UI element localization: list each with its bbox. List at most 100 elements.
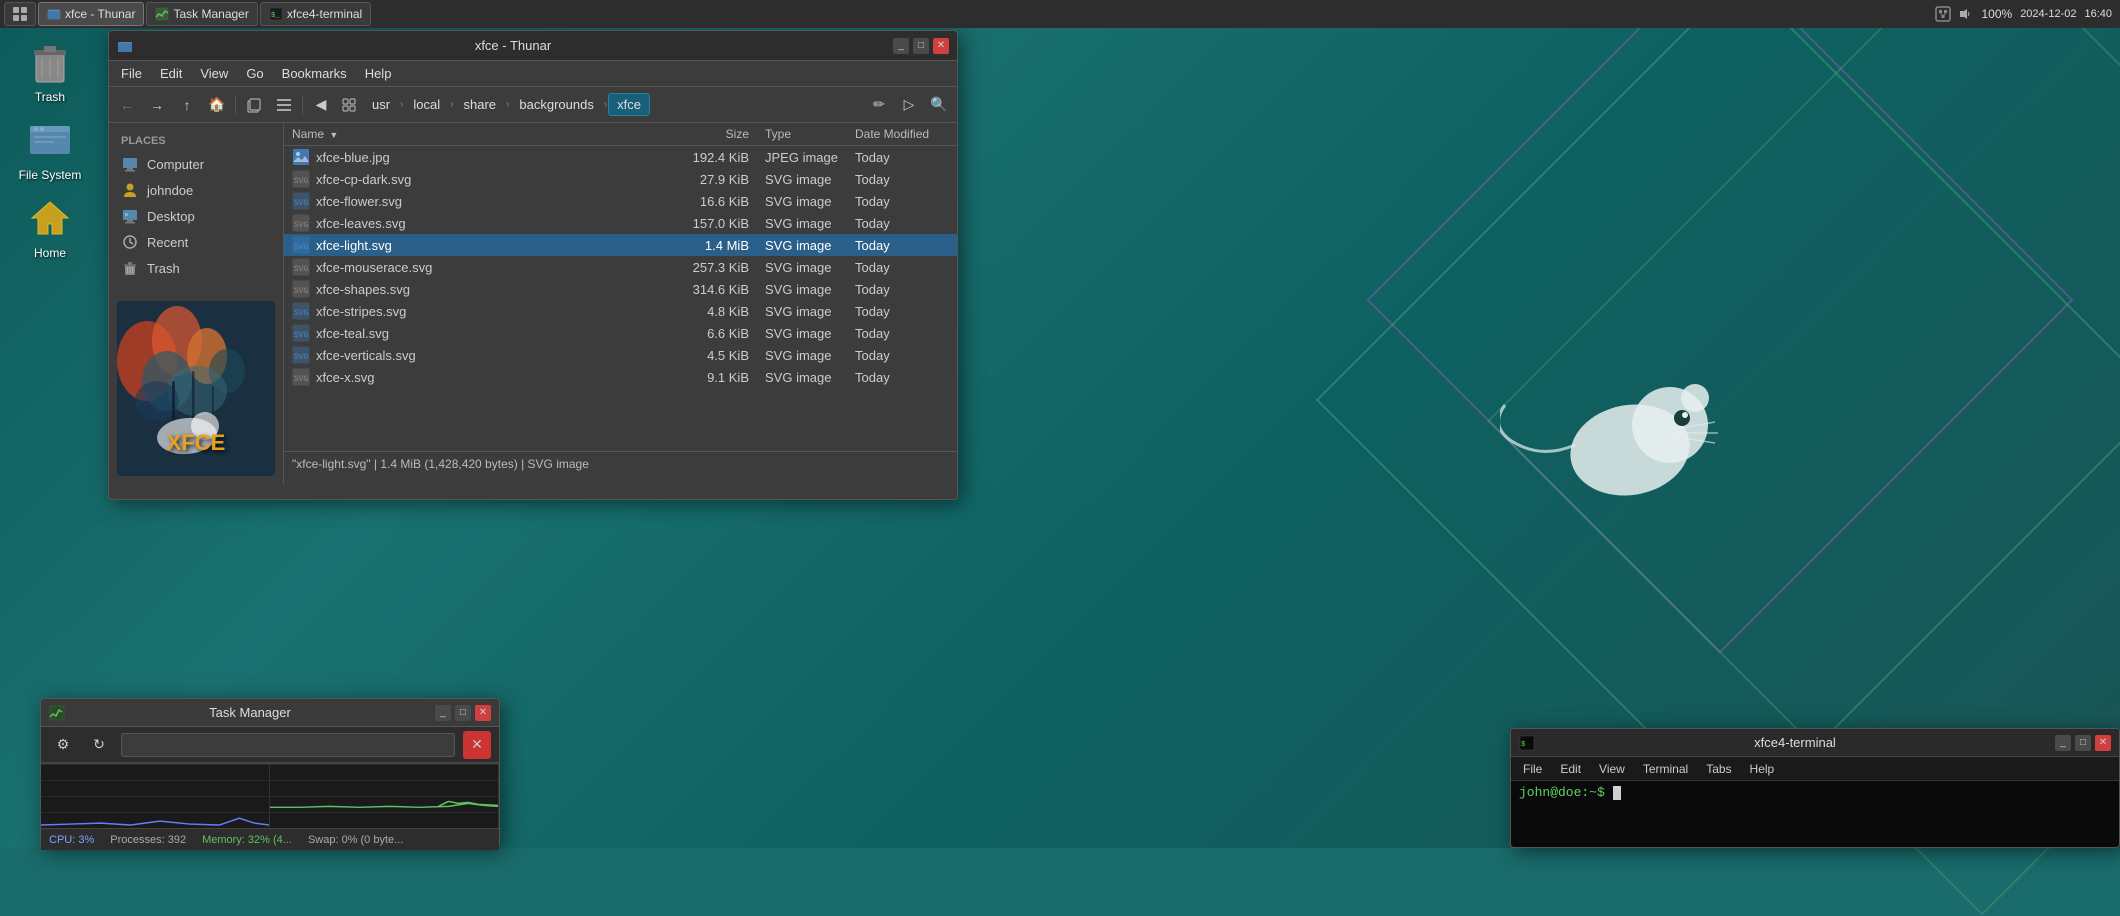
menu-go[interactable]: Go	[238, 64, 271, 83]
file-row[interactable]: SVG xfce-light.svg 1.4 MiB SVG image Tod…	[284, 234, 957, 256]
taskbar-thunar-btn[interactable]: xfce - Thunar	[38, 2, 144, 26]
menu-help[interactable]: Help	[357, 64, 400, 83]
file-type: SVG image	[757, 172, 847, 187]
file-date: Today	[847, 326, 957, 341]
thunar-maximize-btn[interactable]: □	[913, 38, 929, 54]
term-prompt: john@doe:~$	[1519, 785, 1605, 800]
term-minimize-btn[interactable]: _	[2055, 735, 2071, 751]
term-menu-tabs[interactable]: Tabs	[1698, 760, 1739, 778]
tm-clear-btn[interactable]: ✕	[463, 731, 491, 759]
tm-search-input[interactable]	[121, 733, 455, 757]
sidebar-item-recent[interactable]: Recent	[109, 229, 283, 255]
loc-crumb-usr[interactable]: usr	[363, 93, 399, 116]
sidebar-item-computer[interactable]: Computer	[109, 151, 283, 177]
file-type-icon: SVG	[292, 214, 310, 232]
desktop-icon-area: Trash File System Home	[0, 28, 100, 270]
sidebar-johndoe-label: johndoe	[147, 183, 193, 198]
desktop-icon-home[interactable]: Home	[10, 194, 90, 260]
loc-crumb-xfce[interactable]: xfce	[608, 93, 650, 116]
trash-sidebar-icon	[121, 259, 139, 277]
menu-file[interactable]: File	[113, 64, 150, 83]
sidebar-item-trash[interactable]: Trash	[109, 255, 283, 281]
sidebar-desktop-label: Desktop	[147, 209, 195, 224]
file-row[interactable]: xfce-blue.jpg 192.4 KiB JPEG image Today	[284, 146, 957, 168]
file-size: 9.1 KiB	[667, 370, 757, 385]
tm-close-btn[interactable]: ✕	[475, 705, 491, 721]
col-header-type[interactable]: Type	[757, 127, 847, 141]
file-row[interactable]: SVG xfce-mouserace.svg 257.3 KiB SVG ima…	[284, 256, 957, 278]
taskbar-taskmanager-btn[interactable]: Task Manager	[146, 2, 257, 26]
tm-maximize-btn[interactable]: □	[455, 705, 471, 721]
tm-minimize-btn[interactable]: _	[435, 705, 451, 721]
trash-label: Trash	[35, 90, 65, 104]
recent-icon	[121, 233, 139, 251]
path-expand-btn[interactable]: ▷	[895, 91, 923, 119]
sidebar-item-desktop[interactable]: Desktop	[109, 203, 283, 229]
term-menu-help[interactable]: Help	[1742, 760, 1783, 778]
edit-path-btn[interactable]: ✏	[865, 91, 893, 119]
term-maximize-btn[interactable]: □	[2075, 735, 2091, 751]
tm-cpu-status: CPU: 3%	[49, 834, 94, 846]
file-row[interactable]: SVG xfce-leaves.svg 157.0 KiB SVG image …	[284, 212, 957, 234]
tm-refresh-btn[interactable]: ↻	[85, 731, 113, 759]
term-menu-file[interactable]: File	[1515, 760, 1550, 778]
file-row[interactable]: SVG xfce-flower.svg 16.6 KiB SVG image T…	[284, 190, 957, 212]
copy-btn[interactable]	[240, 91, 268, 119]
file-row[interactable]: SVG xfce-verticals.svg 4.5 KiB SVG image…	[284, 344, 957, 366]
menu-bookmarks[interactable]: Bookmarks	[274, 64, 355, 83]
file-row[interactable]: SVG xfce-shapes.svg 314.6 KiB SVG image …	[284, 278, 957, 300]
menu-view[interactable]: View	[192, 64, 236, 83]
file-size: 314.6 KiB	[667, 282, 757, 297]
search-btn[interactable]: 🔍	[925, 91, 953, 119]
taskbar-terminal-btn[interactable]: $_ xfce4-terminal	[260, 2, 371, 26]
term-menu-terminal[interactable]: Terminal	[1635, 760, 1696, 778]
svg-text:$_: $_	[271, 12, 280, 20]
menu-edit[interactable]: Edit	[152, 64, 190, 83]
home-label: Home	[34, 246, 66, 260]
view-list-btn[interactable]	[270, 91, 298, 119]
col-header-size[interactable]: Size	[667, 127, 757, 141]
sidebar-computer-label: Computer	[147, 157, 204, 172]
thunar-close-btn[interactable]: ✕	[933, 38, 949, 54]
up-btn[interactable]: ↑	[173, 91, 201, 119]
svg-text:SVG: SVG	[294, 243, 309, 252]
file-size: 4.8 KiB	[667, 304, 757, 319]
file-row[interactable]: SVG xfce-x.svg 9.1 KiB SVG image Today	[284, 366, 957, 388]
loc-prev-btn[interactable]: ◀	[307, 91, 335, 119]
file-size: 6.6 KiB	[667, 326, 757, 341]
file-size: 157.0 KiB	[667, 216, 757, 231]
desktop-icon-trash[interactable]: Trash	[10, 38, 90, 104]
term-menu-edit[interactable]: Edit	[1552, 760, 1589, 778]
forward-btn[interactable]: →	[143, 91, 171, 119]
thunar-minimize-btn[interactable]: _	[893, 38, 909, 54]
thunar-window-controls: _ □ ✕	[893, 38, 949, 54]
desktop-icon-filesystem[interactable]: File System	[10, 116, 90, 182]
term-menu-view[interactable]: View	[1591, 760, 1633, 778]
tm-title: Task Manager	[65, 705, 435, 720]
file-name: SVG xfce-mouserace.svg	[284, 258, 667, 276]
loc-crumb-backgrounds[interactable]: backgrounds	[510, 93, 602, 116]
svg-text:SVG: SVG	[294, 331, 309, 340]
loc-thumb-btn[interactable]	[335, 91, 363, 119]
file-row[interactable]: SVG xfce-teal.svg 6.6 KiB SVG image Toda…	[284, 322, 957, 344]
thunar-sidebar: Places Computer jo	[109, 123, 284, 475]
toolbar-separator-2	[302, 95, 303, 115]
file-type: SVG image	[757, 370, 847, 385]
col-header-name[interactable]: Name ▼	[284, 127, 667, 141]
file-row[interactable]: SVG xfce-cp-dark.svg 27.9 KiB SVG image …	[284, 168, 957, 190]
tm-settings-btn[interactable]: ⚙	[49, 731, 77, 759]
tm-statusbar: CPU: 3% Processes: 392 Memory: 32% (4...…	[41, 828, 499, 850]
file-name: SVG xfce-cp-dark.svg	[284, 170, 667, 188]
back-btn[interactable]: ←	[113, 91, 141, 119]
home-btn[interactable]: 🏠	[203, 91, 231, 119]
loc-crumb-local[interactable]: local	[404, 93, 449, 116]
sidebar-item-johndoe[interactable]: johndoe	[109, 177, 283, 203]
term-close-btn[interactable]: ✕	[2095, 735, 2111, 751]
file-type-icon: SVG	[292, 236, 310, 254]
file-row[interactable]: SVG xfce-stripes.svg 4.8 KiB SVG image T…	[284, 300, 957, 322]
thunar-statusbar: "xfce-light.svg" | 1.4 MiB (1,428,420 by…	[284, 451, 957, 475]
taskbar-layout-btn[interactable]	[4, 2, 36, 26]
file-type-icon: SVG	[292, 346, 310, 364]
col-header-date[interactable]: Date Modified	[847, 127, 957, 141]
loc-crumb-share[interactable]: share	[455, 93, 506, 116]
